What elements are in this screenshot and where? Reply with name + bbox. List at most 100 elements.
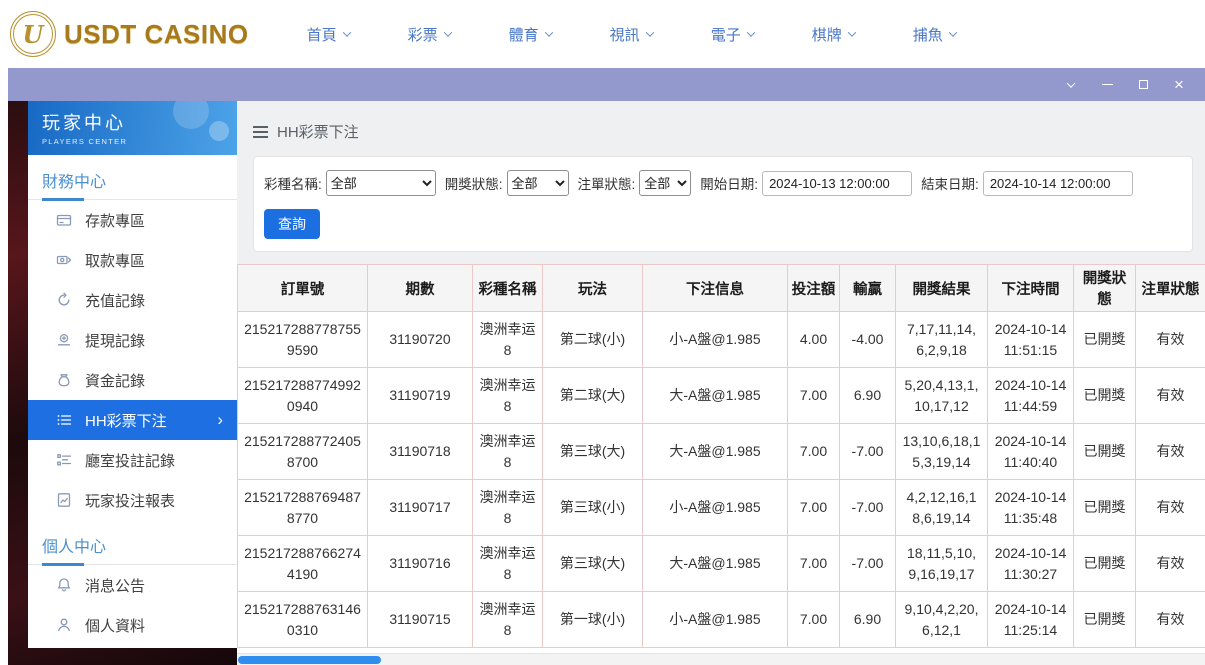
cell-win-loss: 6.90 <box>840 592 896 648</box>
cell-bet-info: 小-A盤@1.985 <box>643 480 788 536</box>
cell-win-loss: 6.90 <box>840 368 896 424</box>
chevron-down-icon <box>948 28 956 36</box>
chevron-down-icon <box>847 28 855 36</box>
cell-draw-result: 9,10,4,2,20,6,12,1 <box>896 592 988 648</box>
cell-bet-info: 大-A盤@1.985 <box>643 536 788 592</box>
start-date-input[interactable] <box>762 171 912 196</box>
menu-icon[interactable] <box>253 126 268 138</box>
section-title-personal-center: 個人中心 <box>28 520 237 564</box>
sidebar-item-profile[interactable]: 個人資料 <box>28 605 237 645</box>
logo[interactable]: U USDT CASINO <box>10 11 249 57</box>
cell-draw-result: 13,10,6,18,15,3,19,14 <box>896 424 988 480</box>
nav-item-label: 首頁 <box>307 24 337 45</box>
chevron-down-icon <box>1067 79 1075 87</box>
cell-lottery-name: 澳洲幸运8 <box>473 480 543 536</box>
cell-lottery-name: 澳洲幸运8 <box>473 312 543 368</box>
draw-status-label: 開獎狀態: <box>445 173 503 193</box>
sidebar-item-hh-lottery-bets[interactable]: HH彩票下注 › <box>28 400 237 440</box>
main-menu: 首頁 彩票 體育 視訊 電子 棋牌 <box>307 24 956 45</box>
sidebar: 玩家中心 PLAYERS CENTER 財務中心 存款專區 取款專區 <box>28 101 237 648</box>
sidebar-item-deposit[interactable]: 存款專區 <box>28 200 237 240</box>
filter-start-date: 開始日期: <box>700 171 912 196</box>
players-center-header: 玩家中心 PLAYERS CENTER <box>28 101 237 155</box>
report-document-icon <box>56 492 72 508</box>
sidebar-item-label: HH彩票下注 <box>85 410 167 431</box>
filter-row: 彩種名稱: 全部 開獎狀態: 全部 注單狀態: 全部 開始日期: <box>264 170 1182 196</box>
bets-table: 訂單號 期數 彩種名稱 玩法 下注信息 投注額 輸贏 開獎結果 下注時間 開獎狀… <box>237 264 1205 648</box>
withdrawal-record-icon <box>56 332 72 348</box>
scrollbar-thumb[interactable] <box>238 656 381 664</box>
nav-item-label: 捕魚 <box>913 24 943 45</box>
sidebar-item-label: 存款專區 <box>85 210 145 231</box>
sidebar-item-player-bet-report[interactable]: 玩家投注報表 <box>28 480 237 520</box>
cell-bet-amount: 7.00 <box>788 424 840 480</box>
cell-order-status: 有效 <box>1136 480 1205 536</box>
lottery-name-select[interactable]: 全部 <box>326 170 436 196</box>
cell-order-status: 有效 <box>1136 424 1205 480</box>
close-button[interactable]: × <box>1169 75 1189 95</box>
nav-item-home[interactable]: 首頁 <box>307 24 350 45</box>
nav-item-electronic[interactable]: 電子 <box>711 24 754 45</box>
cell-period: 31190719 <box>368 368 473 424</box>
table-row: 2152172887787559590 31190720 澳洲幸运8 第二球(小… <box>238 312 1205 368</box>
cell-bet-time: 2024-10-14 11:40:40 <box>988 424 1074 480</box>
funds-record-icon <box>56 372 72 388</box>
minimize-button[interactable] <box>1097 75 1117 95</box>
chevron-down-icon <box>443 28 451 36</box>
nav-item-fishing[interactable]: 捕魚 <box>913 24 956 45</box>
cell-draw-result: 4,2,12,16,18,6,19,14 <box>896 480 988 536</box>
sidebar-item-withdrawal-records[interactable]: 提現記錄 <box>28 320 237 360</box>
sidebar-item-withdraw[interactable]: 取款專區 <box>28 240 237 280</box>
minimize-icon <box>1102 84 1113 86</box>
cell-draw-result: 7,17,11,14,6,2,9,18 <box>896 312 988 368</box>
room-bet-records-icon <box>56 452 72 468</box>
cell-bet-amount: 7.00 <box>788 536 840 592</box>
nav-item-label: 彩票 <box>408 24 438 45</box>
cell-bet-time: 2024-10-14 11:44:59 <box>988 368 1074 424</box>
cell-lottery-name: 澳洲幸运8 <box>473 424 543 480</box>
nav-item-chess-cards[interactable]: 棋牌 <box>812 24 855 45</box>
col-header-play-type: 玩法 <box>543 265 643 312</box>
cell-order-status: 有效 <box>1136 312 1205 368</box>
filter-end-date: 結束日期: <box>921 171 1133 196</box>
col-header-bet-info: 下注信息 <box>643 265 788 312</box>
collapse-button[interactable] <box>1061 75 1081 95</box>
table-row: 2152172887724058700 31190718 澳洲幸运8 第三球(大… <box>238 424 1205 480</box>
draw-status-select[interactable]: 全部 <box>507 170 569 196</box>
section-divider <box>28 564 237 565</box>
cell-bet-time: 2024-10-14 11:51:15 <box>988 312 1074 368</box>
recharge-record-icon <box>56 292 72 308</box>
sidebar-item-announcements[interactable]: 消息公告 <box>28 565 237 605</box>
window-titlebar: × <box>8 68 1205 101</box>
sidebar-item-recharge-records[interactable]: 充值記錄 <box>28 280 237 320</box>
maximize-icon <box>1139 80 1148 89</box>
nav-item-video[interactable]: 視訊 <box>610 24 653 45</box>
sidebar-item-label: 廳室投註記錄 <box>85 450 175 471</box>
nav-item-sports[interactable]: 體育 <box>509 24 552 45</box>
horizontal-scrollbar[interactable] <box>237 653 1205 665</box>
order-status-select[interactable]: 全部 <box>639 170 691 196</box>
nav-item-lottery[interactable]: 彩票 <box>408 24 451 45</box>
cell-draw-status: 已開獎 <box>1074 368 1136 424</box>
table-body: 2152172887787559590 31190720 澳洲幸运8 第二球(小… <box>238 312 1205 648</box>
cell-play-type: 第三球(大) <box>543 424 643 480</box>
filter-lottery-name: 彩種名稱: 全部 <box>264 170 436 196</box>
cell-draw-result: 5,20,4,13,1,10,17,12 <box>896 368 988 424</box>
chevron-down-icon <box>645 28 653 36</box>
cell-play-type: 第三球(小) <box>543 480 643 536</box>
end-date-input[interactable] <box>983 171 1133 196</box>
query-button[interactable]: 查詢 <box>264 209 320 239</box>
maximize-button[interactable] <box>1133 75 1153 95</box>
sidebar-item-room-bet-records[interactable]: 廳室投註記錄 <box>28 440 237 480</box>
section-divider <box>28 199 237 200</box>
table-row: 2152172887749920940 31190719 澳洲幸运8 第二球(大… <box>238 368 1205 424</box>
cell-bet-amount: 4.00 <box>788 312 840 368</box>
col-header-lottery-name: 彩種名稱 <box>473 265 543 312</box>
section-title-finance-center: 財務中心 <box>28 155 237 199</box>
bell-icon <box>56 577 72 593</box>
nav-item-label: 視訊 <box>610 24 640 45</box>
end-date-label: 結束日期: <box>921 173 979 193</box>
sidebar-item-funds-records[interactable]: 資金記錄 <box>28 360 237 400</box>
col-header-period: 期數 <box>368 265 473 312</box>
cell-lottery-name: 澳洲幸运8 <box>473 592 543 648</box>
